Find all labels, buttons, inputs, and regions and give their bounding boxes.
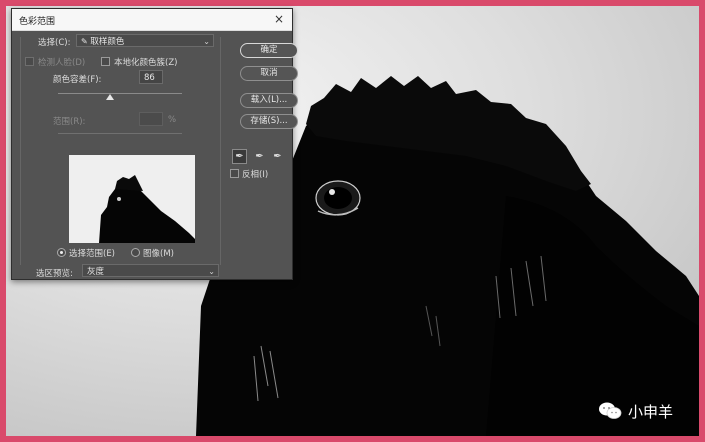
range-label: 范围(R): bbox=[53, 117, 86, 127]
wechat-icon bbox=[599, 402, 622, 419]
image-radio-label: 图像(M) bbox=[143, 249, 174, 259]
right-panel-border bbox=[220, 37, 221, 265]
localized-clusters-checkbox[interactable] bbox=[101, 57, 110, 66]
watermark-text: 小申羊 bbox=[628, 403, 674, 421]
save-button[interactable]: 存储(S)... bbox=[240, 114, 298, 129]
preview-mode-label: 选区预览: bbox=[36, 269, 73, 279]
eyedropper-minus-icon[interactable]: ✒ bbox=[270, 149, 285, 164]
detect-faces-checkbox[interactable] bbox=[25, 57, 34, 66]
fuzziness-input[interactable]: 86 bbox=[139, 70, 163, 84]
eyedropper-icon[interactable]: ✒ bbox=[232, 149, 247, 164]
close-icon[interactable]: × bbox=[271, 11, 287, 27]
range-unit: % bbox=[168, 115, 177, 125]
fuzziness-label: 颜色容差(F): bbox=[53, 75, 102, 85]
preview-mode-value: 灰度 bbox=[87, 267, 105, 277]
preview-silhouette-image bbox=[69, 155, 195, 243]
select-dropdown[interactable]: ✎ 取样颜色 ⌄ bbox=[76, 34, 214, 47]
invert-label: 反相(I) bbox=[242, 170, 269, 180]
chevron-down-icon: ⌄ bbox=[203, 37, 210, 46]
select-value: 取样颜色 bbox=[90, 37, 125, 47]
dialog-titlebar[interactable]: 色彩范围 × bbox=[12, 9, 292, 31]
load-button[interactable]: 载入(L)... bbox=[240, 93, 298, 108]
cancel-button[interactable]: 取消 bbox=[240, 66, 298, 81]
range-input[interactable] bbox=[139, 112, 163, 126]
selection-radio-label: 选择范围(E) bbox=[69, 249, 116, 259]
color-range-dialog: 色彩范围 × 选择(C): ✎ 取样颜色 ⌄ 检测人脸(D) 本地化颜色簇(Z)… bbox=[11, 8, 298, 280]
left-panel-border bbox=[20, 37, 21, 265]
fuzziness-slider-track[interactable] bbox=[58, 93, 182, 94]
range-slider-track[interactable] bbox=[58, 133, 182, 134]
select-label: 选择(C): bbox=[38, 38, 71, 48]
selection-preview-thumbnail bbox=[69, 155, 195, 243]
localized-clusters-label: 本地化颜色簇(Z) bbox=[114, 58, 178, 68]
chevron-down-icon: ⌄ bbox=[208, 267, 215, 276]
eyedropper-small-icon: ✎ bbox=[81, 37, 88, 46]
selection-radio[interactable] bbox=[57, 248, 66, 257]
image-radio[interactable] bbox=[131, 248, 140, 257]
dialog-title: 色彩范围 bbox=[19, 17, 56, 27]
detect-faces-label: 检测人脸(D) bbox=[38, 58, 86, 68]
preview-mode-dropdown[interactable]: 灰度 ⌄ bbox=[82, 264, 219, 277]
fuzziness-slider-thumb[interactable] bbox=[106, 94, 115, 100]
ok-button[interactable]: 确定 bbox=[240, 43, 298, 58]
eyedropper-plus-icon[interactable]: ✒ bbox=[252, 149, 267, 164]
invert-checkbox[interactable] bbox=[230, 169, 239, 178]
